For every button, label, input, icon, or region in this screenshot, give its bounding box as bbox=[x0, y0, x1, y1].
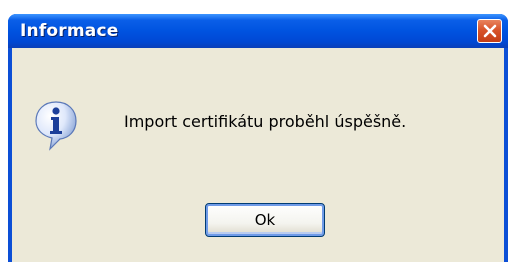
window-title: Informace bbox=[20, 21, 119, 41]
message-text: Import certifikátu proběhl úspěšně. bbox=[124, 112, 407, 131]
ok-button[interactable]: Ok bbox=[205, 203, 325, 237]
dialog-window: Informace Import certifikátu proběhl úsp… bbox=[8, 14, 508, 262]
info-icon bbox=[35, 101, 77, 151]
close-button[interactable] bbox=[477, 19, 502, 43]
title-bar[interactable]: Informace bbox=[8, 14, 508, 48]
dialog-body: Import certifikátu proběhl úspěšně. Ok bbox=[12, 48, 504, 262]
close-icon bbox=[483, 24, 497, 38]
